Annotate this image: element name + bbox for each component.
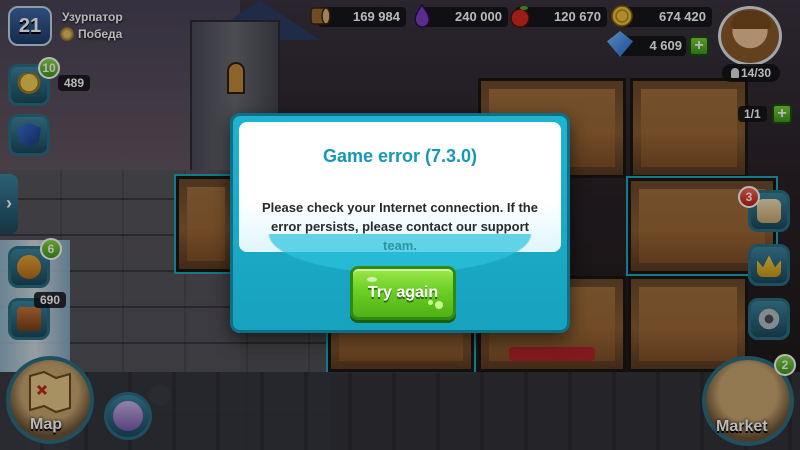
dialog-card: Game error (7.3.0) Please check your Int… xyxy=(239,122,561,253)
try-again-label: Try again xyxy=(367,284,439,301)
dialog-title: Game error (7.3.0) xyxy=(322,146,478,166)
error-dialog: Game error (7.3.0) Please check your Int… xyxy=(230,113,570,333)
try-again-button[interactable]: Try again xyxy=(350,266,456,320)
